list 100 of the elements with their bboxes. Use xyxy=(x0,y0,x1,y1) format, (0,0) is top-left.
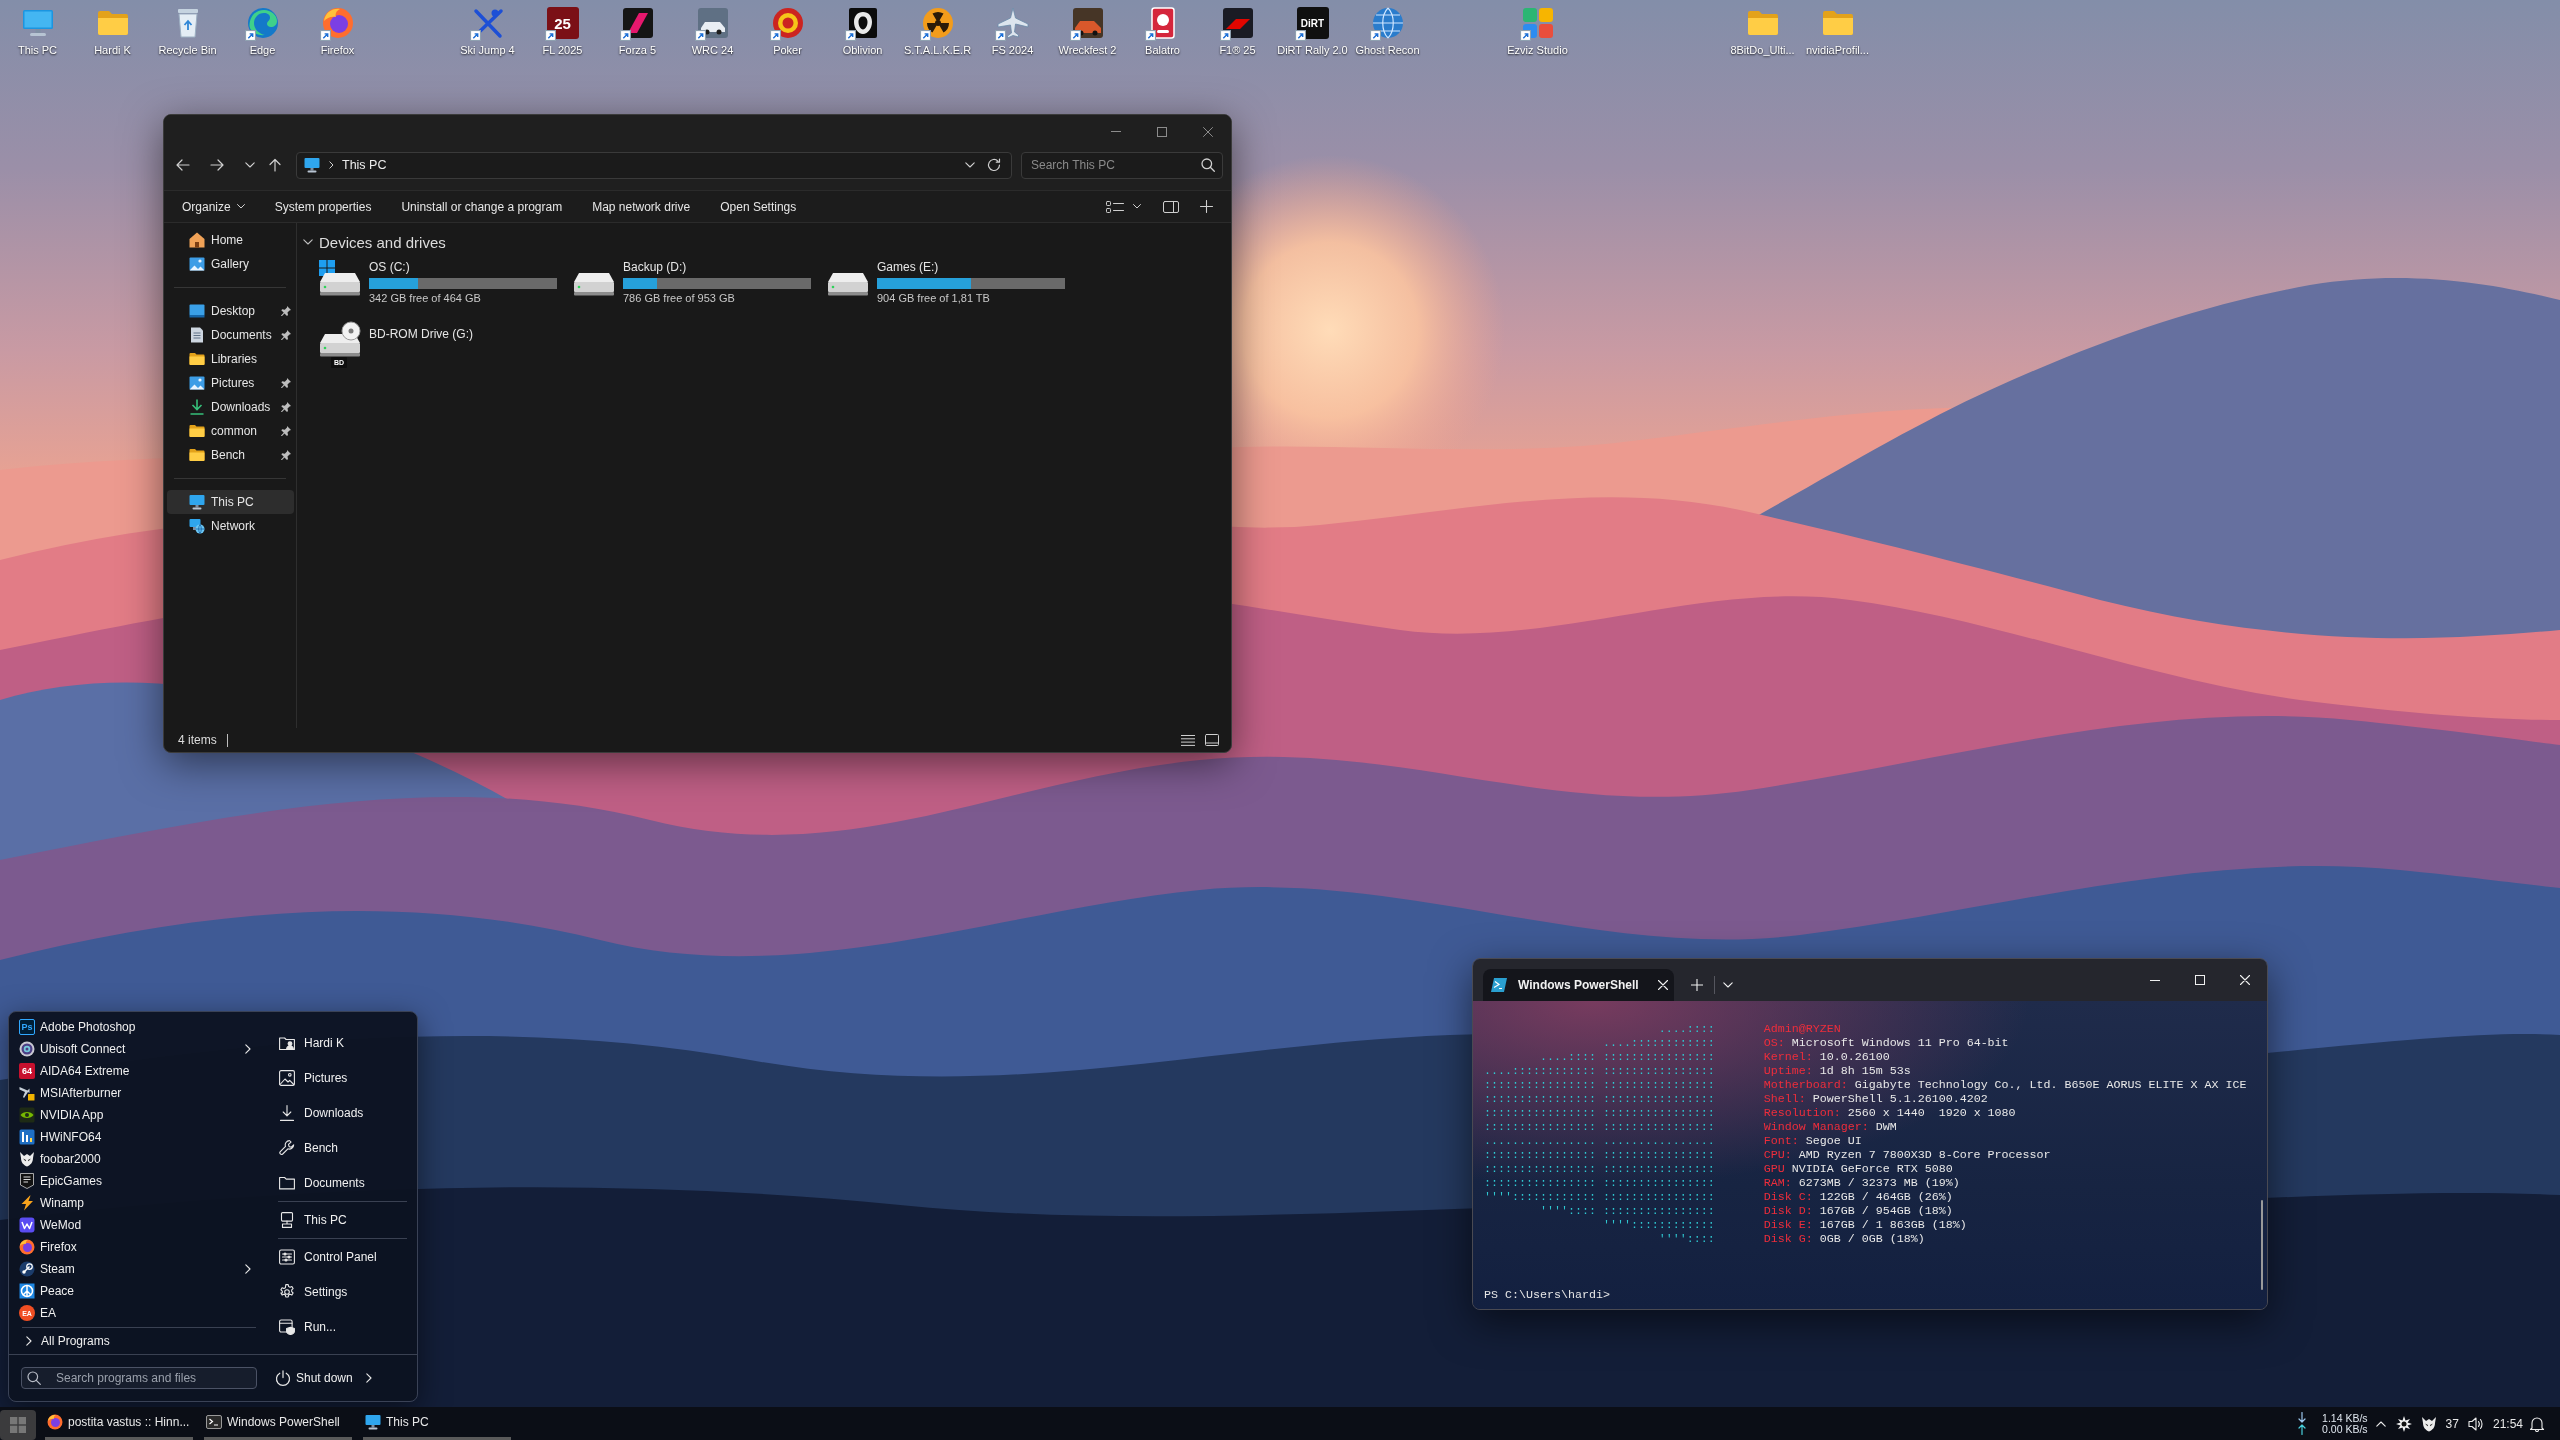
shut-down-button[interactable]: Shut down xyxy=(275,1370,353,1386)
taskbar-button[interactable]: Windows PowerShell xyxy=(204,1407,352,1440)
sidebar-item[interactable]: Documents xyxy=(167,323,294,347)
ski-jumper-icon[interactable] xyxy=(471,7,504,39)
tray-value[interactable]: 37 xyxy=(2445,1416,2459,1431)
forward-arrow-icon[interactable] xyxy=(210,159,224,171)
sidebar-item[interactable]: common xyxy=(167,419,294,443)
program-item[interactable]: Peace xyxy=(9,1280,256,1302)
up-arrow-icon[interactable] xyxy=(269,158,281,172)
terminal-tab[interactable]: Windows PowerShell xyxy=(1483,969,1674,1001)
optical-drive-icon[interactable] xyxy=(319,321,361,357)
starburst-icon[interactable] xyxy=(2395,1415,2412,1432)
command-button[interactable]: Map network drive xyxy=(577,199,706,214)
place-item[interactable]: This PC xyxy=(271,1202,407,1237)
chevron-down-icon[interactable] xyxy=(965,162,975,168)
drive-name[interactable]: Backup (D:) xyxy=(623,260,687,274)
sidebar-item[interactable]: Bench xyxy=(167,443,294,467)
cat-head-icon[interactable] xyxy=(2420,1415,2437,1432)
sidebar-item[interactable]: Pictures xyxy=(167,371,294,395)
info-label: Uptime: xyxy=(1763,1064,1813,1078)
airplane-icon[interactable] xyxy=(996,7,1029,39)
item-count: 4 items xyxy=(178,733,217,747)
taskbar-button[interactable]: postita vastus :: Hinn... xyxy=(45,1407,193,1440)
program-item[interactable]: Ps Adobe Photoshop xyxy=(9,1016,256,1038)
sidebar-item[interactable]: Network xyxy=(167,514,294,538)
details-view-icon[interactable] xyxy=(1181,734,1195,746)
swirl-logo-icon[interactable] xyxy=(246,7,279,39)
drive-name[interactable]: OS (C:) xyxy=(369,260,410,274)
tiles-view-icon[interactable] xyxy=(1205,734,1219,746)
program-item[interactable]: HWiNFO64 xyxy=(9,1126,256,1148)
drive-name[interactable]: BD-ROM Drive (G:) xyxy=(369,327,473,341)
system-drive-icon[interactable] xyxy=(319,260,361,296)
place-item[interactable]: Control Panel xyxy=(271,1239,407,1274)
place-item[interactable]: Hardi K xyxy=(271,1025,407,1060)
plus-icon[interactable] xyxy=(1200,200,1213,213)
section-header[interactable]: Devices and drives xyxy=(319,233,446,251)
program-item[interactable]: Steam xyxy=(9,1258,256,1280)
clock[interactable]: 21:54 xyxy=(2492,1416,2523,1431)
flame-globe-icon xyxy=(47,1414,63,1430)
program-item[interactable]: 64 AIDA64 Extreme xyxy=(9,1060,256,1082)
chevron-down-icon[interactable] xyxy=(1133,204,1141,209)
ascii-art-line: :::::::::::::::: :::::::::::::::: xyxy=(1484,1092,1715,1106)
command-button[interactable]: Open Settings xyxy=(705,199,812,214)
control-panel-icon xyxy=(279,1248,295,1265)
program-item[interactable]: Winamp xyxy=(9,1192,256,1214)
volume-icon[interactable] xyxy=(2467,1415,2484,1432)
search-field[interactable]: Search programs and files xyxy=(21,1367,257,1389)
ascii-art-line: :::::::::::::::: :::::::::::::::: xyxy=(1484,1162,1715,1176)
folder-icon xyxy=(189,351,205,367)
chevron-right-icon[interactable] xyxy=(329,161,334,169)
sidebar-item[interactable]: Libraries xyxy=(167,347,294,371)
program-item[interactable]: EpicGames xyxy=(9,1170,256,1192)
place-item[interactable]: Documents xyxy=(271,1165,407,1200)
address-bar[interactable]: This PC xyxy=(296,151,1012,179)
place-item[interactable]: Downloads xyxy=(271,1095,407,1130)
view-options-icon[interactable] xyxy=(1106,200,1124,213)
sidebar-item[interactable]: Downloads xyxy=(167,395,294,419)
chevron-down-icon[interactable] xyxy=(245,162,255,168)
side-pane-icon[interactable] xyxy=(1163,200,1179,213)
back-arrow-icon[interactable] xyxy=(176,159,190,171)
sidebar-item[interactable]: Gallery xyxy=(167,252,294,276)
drive-free-space: 904 GB free of 1,81 TB xyxy=(877,292,990,305)
sidebar-item[interactable]: Home xyxy=(167,228,294,252)
info-value: AMD Ryzen 7 7800X3D 8-Core Processor xyxy=(1798,1148,2051,1162)
flame-globe-icon[interactable] xyxy=(321,7,354,39)
program-item[interactable]: Ubisoft Connect xyxy=(9,1038,256,1060)
chevron-up-icon[interactable] xyxy=(2375,1420,2386,1427)
notification-bell-icon[interactable] xyxy=(2529,1415,2545,1432)
place-item[interactable]: Settings xyxy=(271,1274,407,1309)
program-item[interactable]: Firefox xyxy=(9,1236,256,1258)
sidebar-item[interactable]: This PC xyxy=(167,490,294,514)
program-item[interactable]: MSIAfterburner xyxy=(9,1082,256,1104)
place-item[interactable]: Run... xyxy=(271,1309,407,1344)
poker-chip-icon[interactable] xyxy=(771,7,804,39)
drive-name[interactable]: Games (E:) xyxy=(877,260,939,274)
command-button[interactable]: Organize xyxy=(167,199,260,214)
search-field[interactable]: Search This PC xyxy=(1021,151,1223,179)
address-path[interactable]: This PC xyxy=(342,158,387,172)
four-squares-icon[interactable] xyxy=(1521,7,1554,39)
program-item[interactable]: foobar2000 xyxy=(9,1148,256,1170)
search-icon[interactable] xyxy=(1201,157,1215,172)
all-programs-item[interactable]: All Programs xyxy=(9,1330,256,1352)
sidebar-item[interactable]: Desktop xyxy=(167,299,294,323)
scrollbar[interactable] xyxy=(2261,1200,2263,1290)
refresh-icon[interactable] xyxy=(987,158,1001,172)
chevron-down-icon[interactable] xyxy=(303,239,313,245)
program-item[interactable]: NVIDIA App xyxy=(9,1104,256,1126)
drive-free-space: 786 GB free of 953 GB xyxy=(623,292,735,305)
ascii-art-line: ....:::::::::::: :::::::::::::::: xyxy=(1484,1064,1715,1078)
taskbar-button[interactable]: This PC xyxy=(363,1407,511,1440)
chevron-right-icon[interactable] xyxy=(365,1373,372,1383)
command-prompt[interactable]: PS C:\Users\hardi> xyxy=(1484,1288,1610,1302)
place-item[interactable]: Pictures xyxy=(271,1060,407,1095)
command-button[interactable]: System properties xyxy=(259,199,387,214)
command-button[interactable]: Uninstall or change a program xyxy=(386,199,578,214)
radiation-symbol-icon[interactable] xyxy=(921,7,954,39)
program-item[interactable]: WeMod xyxy=(9,1214,256,1236)
place-item[interactable]: Bench xyxy=(271,1130,407,1165)
globe-icon[interactable] xyxy=(1371,7,1404,39)
start-button[interactable] xyxy=(0,1410,36,1440)
